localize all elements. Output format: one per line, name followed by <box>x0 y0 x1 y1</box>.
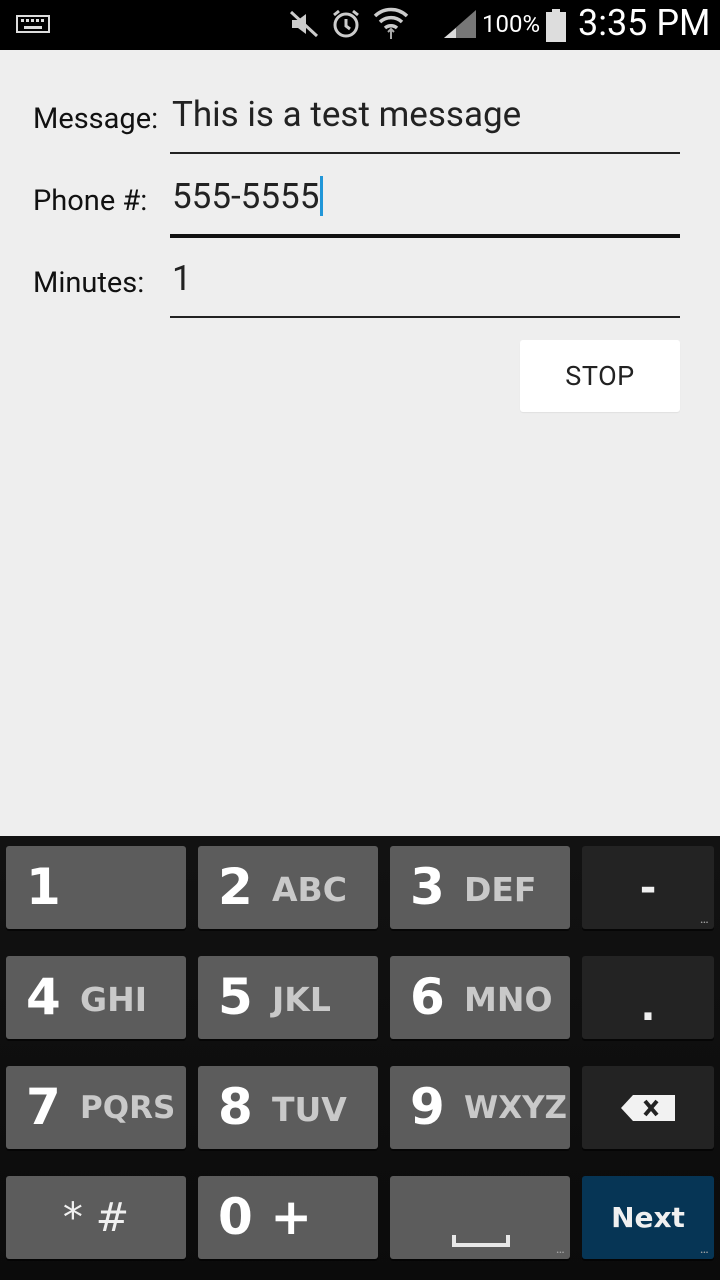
key-0-label: 0 + <box>218 1188 313 1246</box>
key-7-letters: PQRS <box>80 1090 176 1126</box>
wifi-icon <box>372 6 410 46</box>
key-2-letters: ABC <box>272 870 347 909</box>
key-2[interactable]: 2 ABC <box>198 846 378 929</box>
message-value: This is a test message <box>172 94 522 135</box>
phone-row: Phone #: 555-5555 <box>0 174 720 254</box>
key-dash-label: - <box>639 864 657 911</box>
phone-field[interactable]: 555-5555 <box>170 175 680 238</box>
signal-icon <box>442 8 478 44</box>
more-dots-icon: ... <box>699 1241 709 1257</box>
key-8-letters: TUV <box>272 1090 347 1129</box>
next-key-label: Next <box>611 1201 685 1234</box>
key-3-number: 3 <box>410 858 445 916</box>
key-5[interactable]: 5 JKL <box>198 956 378 1039</box>
status-bar: 100% 3:35 PM <box>0 0 720 50</box>
key-4-number: 4 <box>26 968 61 1026</box>
minutes-value: 1 <box>172 258 192 299</box>
key-2-number: 2 <box>218 858 253 916</box>
key-4-letters: GHI <box>80 980 147 1019</box>
key-0[interactable]: 0 + <box>198 1176 378 1259</box>
key-6[interactable]: 6 MNO <box>390 956 570 1039</box>
key-period-label: . <box>640 983 656 1030</box>
key-8[interactable]: 8 TUV <box>198 1066 378 1149</box>
more-dots-icon: ... <box>699 911 709 927</box>
minutes-row: Minutes: 1 <box>0 256 720 336</box>
key-9-number: 9 <box>410 1078 445 1136</box>
key-7[interactable]: 7 PQRS <box>6 1066 186 1149</box>
key-1-number: 1 <box>26 858 61 916</box>
alarm-icon <box>330 8 362 44</box>
key-9-letters: WXYZ <box>464 1090 568 1126</box>
minutes-field[interactable]: 1 <box>170 258 680 318</box>
message-row: Message: This is a test message <box>0 92 720 172</box>
stop-button[interactable]: STOP <box>520 340 680 412</box>
space-icon <box>452 1232 510 1251</box>
phone-value-wrap: 555-5555 <box>172 175 324 217</box>
minutes-label: Minutes: <box>33 266 145 300</box>
text-cursor <box>320 175 324 216</box>
key-9[interactable]: 9 WXYZ <box>390 1066 570 1149</box>
key-6-number: 6 <box>410 968 445 1026</box>
key-1[interactable]: 1 <box>6 846 186 929</box>
key-5-letters: JKL <box>272 980 331 1019</box>
key-6-letters: MNO <box>464 980 553 1019</box>
space-key[interactable]: ... <box>390 1176 570 1259</box>
mute-icon <box>288 9 320 43</box>
phone-value: 555-5555 <box>172 176 320 217</box>
clock-time: 3:35 PM <box>578 2 711 44</box>
backspace-icon <box>582 1066 714 1149</box>
message-field[interactable]: This is a test message <box>170 94 680 154</box>
key-period[interactable]: . <box>582 956 714 1039</box>
more-dots-icon: ... <box>555 1241 565 1257</box>
key-3[interactable]: 3 DEF <box>390 846 570 929</box>
keyboard-icon <box>16 14 50 38</box>
backspace-key[interactable] <box>582 1066 714 1149</box>
key-dash[interactable]: - ... <box>582 846 714 929</box>
key-star-hash[interactable]: * # <box>6 1176 186 1259</box>
key-4[interactable]: 4 GHI <box>6 956 186 1039</box>
key-5-number: 5 <box>218 968 253 1026</box>
message-label: Message: <box>33 102 159 136</box>
battery-percent: 100% <box>482 10 541 38</box>
minutes-underline <box>170 316 680 318</box>
message-underline <box>170 152 680 154</box>
next-key[interactable]: Next ... <box>582 1176 714 1259</box>
phone-underline <box>170 234 680 238</box>
numeric-keyboard: 1 2 ABC 3 DEF - ... 4 GHI 5 JKL 6 MNO . … <box>0 836 720 1280</box>
phone-label: Phone #: <box>33 184 148 218</box>
key-8-number: 8 <box>218 1078 253 1136</box>
key-3-letters: DEF <box>464 870 537 909</box>
key-star-hash-label: * # <box>62 1194 130 1241</box>
key-7-number: 7 <box>26 1078 61 1136</box>
battery-icon <box>545 9 567 47</box>
